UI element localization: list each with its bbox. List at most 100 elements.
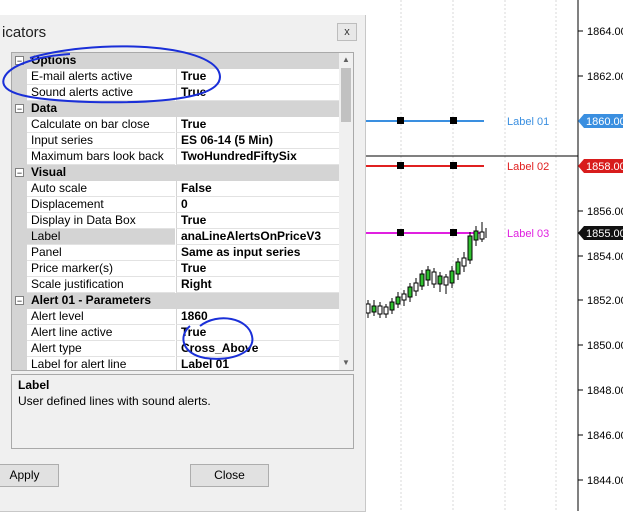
property-name: Label: [27, 229, 175, 245]
property-name: Label for alert line: [27, 357, 175, 370]
property-value[interactable]: True: [176, 213, 339, 229]
property-name: Input series: [27, 133, 175, 149]
price-tick-1846: 1846.00: [587, 430, 623, 442]
collapse-icon[interactable]: −: [15, 104, 24, 114]
property-value[interactable]: True: [176, 85, 339, 101]
property-row-display-in-data-box[interactable]: Display in Data Box True: [12, 213, 339, 229]
scroll-down-icon[interactable]: ▼: [339, 356, 353, 370]
row-gutter: [12, 341, 27, 357]
category-label: Visual: [31, 165, 67, 179]
candlesticks: [365, 222, 487, 318]
row-gutter: [12, 245, 27, 261]
property-grid[interactable]: − Options E-mail alerts active True Soun…: [11, 52, 354, 371]
price-tick-1854: 1854.00: [587, 251, 623, 263]
property-value[interactable]: True: [176, 261, 339, 277]
current-price: 1855.00: [586, 228, 623, 240]
row-gutter: [12, 181, 27, 197]
category-visual[interactable]: − Visual: [12, 165, 339, 181]
property-row-input-series[interactable]: Input series ES 06-14 (5 Min): [12, 133, 339, 149]
alert-line-3-label: Label 03: [507, 228, 549, 240]
row-gutter: [12, 117, 27, 133]
alert-line-1-handle[interactable]: [450, 117, 457, 124]
property-value[interactable]: False: [176, 181, 339, 197]
property-name: Calculate on bar close: [27, 117, 175, 133]
alert-line-2-handle[interactable]: [397, 162, 404, 169]
price-tick-1848: 1848.00: [587, 385, 623, 397]
alert-line-1-price: 1860.00: [586, 116, 623, 128]
property-value[interactable]: Label 01: [176, 357, 339, 370]
apply-button[interactable]: Apply: [0, 464, 59, 487]
property-value[interactable]: TwoHundredFiftySix: [176, 149, 339, 165]
property-value[interactable]: 0: [176, 197, 339, 213]
category-label: Data: [31, 101, 58, 115]
alert-line-2-price: 1858.00: [586, 161, 623, 173]
price-tick-1864: 1864.00: [587, 26, 623, 38]
property-name: Alert line active: [27, 325, 175, 341]
row-gutter: [12, 149, 27, 165]
row-gutter: [12, 357, 27, 370]
alert-line-1-handle[interactable]: [397, 117, 404, 124]
scroll-thumb[interactable]: [341, 68, 351, 122]
property-value[interactable]: 1860: [176, 309, 339, 325]
property-name: Alert type: [27, 341, 175, 357]
row-gutter: [12, 69, 27, 85]
description-title: Label: [18, 378, 50, 392]
property-row-label[interactable]: Label anaLineAlertsOnPriceV3: [12, 229, 339, 245]
collapse-icon[interactable]: −: [15, 296, 24, 306]
scroll-up-icon[interactable]: ▲: [339, 53, 353, 67]
property-value[interactable]: True: [176, 117, 339, 133]
category-alert-01-parameters[interactable]: − Alert 01 - Parameters: [12, 293, 339, 309]
property-row-alert-line-active[interactable]: Alert line active True: [12, 325, 339, 341]
alert-line-3-handle[interactable]: [450, 229, 457, 236]
property-row-alert-level[interactable]: Alert level 1860: [12, 309, 339, 325]
price-tick-1850: 1850.00: [587, 340, 623, 352]
property-name: Sound alerts active: [27, 85, 175, 101]
property-row-email-alerts[interactable]: E-mail alerts active True: [12, 69, 339, 85]
close-button[interactable]: Close: [190, 464, 269, 487]
vertical-scrollbar[interactable]: ▲ ▼: [339, 53, 353, 370]
row-gutter: [12, 213, 27, 229]
category-options[interactable]: − Options: [12, 53, 339, 69]
price-tick-1862: 1862.00: [587, 71, 623, 83]
dialog-title: icators: [2, 24, 47, 41]
property-value[interactable]: True: [176, 325, 339, 341]
property-row-price-markers[interactable]: Price marker(s) True: [12, 261, 339, 277]
property-row-auto-scale[interactable]: Auto scale False: [12, 181, 339, 197]
category-data[interactable]: − Data: [12, 101, 339, 117]
row-gutter: [12, 197, 27, 213]
property-name: Display in Data Box: [27, 213, 175, 229]
property-name: E-mail alerts active: [27, 69, 175, 85]
property-row-calculate-on-bar-close[interactable]: Calculate on bar close True: [12, 117, 339, 133]
property-row-scale-justification[interactable]: Scale justification Right: [12, 277, 339, 293]
price-tick-1844: 1844.00: [587, 475, 623, 487]
row-gutter: [12, 85, 27, 101]
property-value[interactable]: anaLineAlertsOnPriceV3: [176, 229, 339, 245]
description-text: User defined lines with sound alerts.: [18, 394, 211, 408]
property-name: Panel: [27, 245, 175, 261]
property-row-label-for-alert-line[interactable]: Label for alert line Label 01: [12, 357, 339, 370]
price-tick-1856: 1856.00: [587, 206, 623, 218]
property-row-sound-alerts[interactable]: Sound alerts active True: [12, 85, 339, 101]
row-gutter: [12, 133, 27, 149]
property-value[interactable]: Cross_Above: [176, 341, 339, 357]
collapse-icon[interactable]: −: [15, 56, 24, 66]
alert-line-2-handle[interactable]: [450, 162, 457, 169]
property-value[interactable]: Same as input series: [176, 245, 339, 261]
property-row-alert-type[interactable]: Alert type Cross_Above: [12, 341, 339, 357]
alert-line-2-label: Label 02: [507, 161, 549, 173]
alert-line-3-handle[interactable]: [397, 229, 404, 236]
row-gutter: [12, 261, 27, 277]
property-row-displacement[interactable]: Displacement 0: [12, 197, 339, 213]
property-row-panel[interactable]: Panel Same as input series: [12, 245, 339, 261]
row-gutter: [12, 325, 27, 341]
row-gutter: [12, 229, 27, 245]
collapse-icon[interactable]: −: [15, 168, 24, 178]
close-icon[interactable]: x: [337, 23, 357, 41]
row-gutter: [12, 277, 27, 293]
indicators-dialog: icators x − Options E-mail alerts active…: [0, 15, 366, 512]
property-name: Auto scale: [27, 181, 175, 197]
property-value[interactable]: ES 06-14 (5 Min): [176, 133, 339, 149]
property-row-max-bars-look-back[interactable]: Maximum bars look back TwoHundredFiftySi…: [12, 149, 339, 165]
property-value[interactable]: Right: [176, 277, 339, 293]
property-value[interactable]: True: [176, 69, 339, 85]
